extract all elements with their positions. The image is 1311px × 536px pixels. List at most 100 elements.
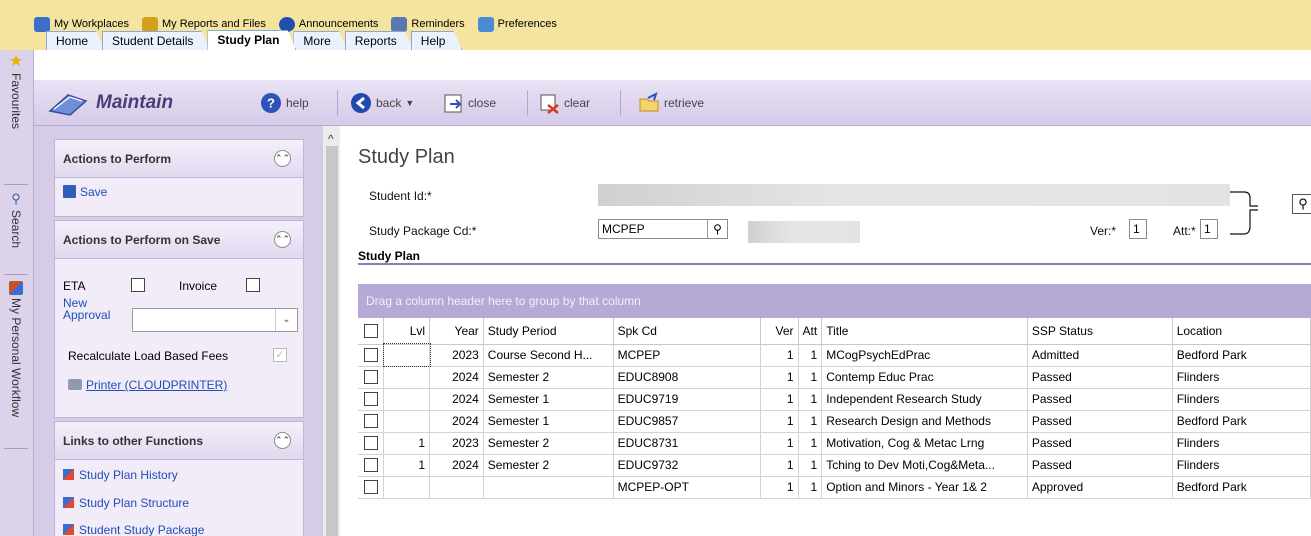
cell-title[interactable]: MCogPsychEdPrac — [821, 344, 1028, 367]
row-checkbox[interactable] — [363, 392, 378, 407]
row-select-cell[interactable] — [358, 476, 385, 499]
collapse-chevron-icon[interactable]: ⌃⌃ — [274, 432, 291, 449]
cell-ssp-status[interactable]: Passed — [1027, 432, 1173, 455]
tab-home[interactable]: Home — [46, 31, 105, 50]
cell-spk-cd[interactable]: EDUC9719 — [613, 388, 761, 411]
cell-title[interactable]: Option and Minors - Year 1& 2 — [821, 476, 1028, 499]
cell-year[interactable]: 2023 — [429, 344, 484, 367]
cell-spk-cd[interactable]: EDUC9857 — [613, 410, 761, 433]
cell-location[interactable]: Bedford Park — [1172, 476, 1311, 499]
cell-location[interactable]: Bedford Park — [1172, 410, 1311, 433]
cell-year[interactable]: 2024 — [429, 454, 484, 477]
table-row[interactable]: 1 2023 Semester 2 EDUC8731 1 1 Motivation, Cog… — [358, 432, 1311, 455]
close-button[interactable]: close — [442, 91, 496, 115]
cell-ssp-status[interactable]: Passed — [1027, 388, 1173, 411]
left-panel-scrollbar[interactable]: ^ — [322, 126, 340, 536]
cell-att[interactable]: 1 — [798, 454, 823, 477]
table-row[interactable]: 2024 Semester 1 EDUC9857 1 1 Research Design … — [358, 410, 1311, 433]
study-package-input[interactable]: MCPEP ⚲ — [598, 219, 728, 239]
column-header-att[interactable]: Att — [798, 318, 823, 345]
student-id-field[interactable] — [598, 184, 1230, 206]
cell-att[interactable]: 1 — [798, 366, 823, 389]
search-icon[interactable]: ⚲ — [707, 220, 727, 238]
new-approval-label[interactable]: New Approval — [63, 297, 123, 321]
collapse-chevron-icon[interactable]: ⌃⌃ — [274, 150, 291, 167]
cell-title[interactable]: Independent Research Study — [821, 388, 1028, 411]
column-header-ver[interactable]: Ver — [760, 318, 799, 345]
cell-att[interactable]: 1 — [798, 476, 823, 499]
cell-study-period[interactable]: Semester 1 — [483, 410, 614, 433]
cell-location[interactable]: Bedford Park — [1172, 344, 1311, 367]
table-row[interactable]: 1 2024 Semester 2 EDUC9732 1 1 Tching to Dev M… — [358, 454, 1311, 477]
save-link[interactable]: Save — [63, 185, 107, 199]
row-select-cell[interactable] — [358, 454, 385, 477]
cell-location[interactable]: Flinders — [1172, 366, 1311, 389]
tab-reports[interactable]: Reports — [345, 31, 414, 50]
table-row[interactable]: 2024 Semester 1 EDUC9719 1 1 Independent Rese… — [358, 388, 1311, 411]
cell-ssp-status[interactable]: Passed — [1027, 454, 1173, 477]
table-row[interactable]: 2023 Course Second H... MCPEP 1 1 MCogPsychEd… — [358, 343, 1311, 367]
search-icon[interactable]: ⚲ — [1292, 194, 1311, 214]
cell-study-period[interactable]: Course Second H... — [483, 344, 614, 367]
actions-section-header[interactable]: Actions to Perform ⌃⌃ — [55, 140, 303, 178]
cell-lvl[interactable] — [383, 388, 431, 411]
printer-link[interactable]: Printer (CLOUDPRINTER) — [68, 378, 227, 392]
cell-year[interactable]: 2023 — [429, 432, 484, 455]
row-select-cell[interactable] — [358, 388, 385, 411]
cell-lvl[interactable]: 1 — [383, 454, 431, 477]
cell-lvl[interactable] — [382, 343, 431, 367]
cell-study-period[interactable]: Semester 2 — [483, 366, 614, 389]
cell-lvl[interactable] — [383, 476, 431, 499]
retrieve-button[interactable]: retrieve — [638, 91, 704, 115]
cell-title[interactable]: Tching to Dev Moti,Cog&Meta... — [821, 454, 1028, 477]
cell-ssp-status[interactable]: Admitted — [1027, 344, 1173, 367]
preferences-button[interactable]: Preferences — [477, 16, 557, 32]
cell-att[interactable]: 1 — [798, 410, 823, 433]
column-header-ssp-status[interactable]: SSP Status — [1027, 318, 1173, 345]
links-section-header[interactable]: Links to other Functions ⌃⌃ — [55, 422, 303, 460]
cell-title[interactable]: Contemp Educ Prac — [821, 366, 1028, 389]
row-select-cell[interactable] — [358, 344, 385, 367]
link-study-plan-structure[interactable]: Study Plan Structure — [63, 496, 189, 510]
row-checkbox[interactable] — [363, 370, 378, 385]
cell-ssp-status[interactable]: Approved — [1027, 476, 1173, 499]
row-checkbox[interactable] — [363, 480, 378, 495]
cell-title[interactable]: Motivation, Cog & Metac Lrng — [821, 432, 1028, 455]
cell-ver[interactable]: 1 — [760, 344, 799, 367]
search-tab[interactable]: ⚲ Search — [2, 191, 30, 248]
link-student-study-package[interactable]: Student Study Package — [63, 523, 204, 536]
cell-att[interactable]: 1 — [798, 388, 823, 411]
cell-att[interactable]: 1 — [798, 432, 823, 455]
cell-ver[interactable]: 1 — [760, 432, 799, 455]
column-header-spk-cd[interactable]: Spk Cd — [613, 318, 761, 345]
cell-lvl[interactable] — [383, 366, 431, 389]
column-header-title[interactable]: Title — [821, 318, 1028, 345]
cell-title[interactable]: Research Design and Methods — [821, 410, 1028, 433]
ver-input[interactable]: 1 — [1129, 219, 1147, 239]
cell-spk-cd[interactable]: EDUC9732 — [613, 454, 761, 477]
table-row[interactable]: MCPEP-OPT 1 1 Option and Minors - Year 1& 2… — [358, 476, 1311, 499]
cell-location[interactable]: Flinders — [1172, 432, 1311, 455]
cell-year[interactable]: 2024 — [429, 388, 484, 411]
cell-spk-cd[interactable]: EDUC8731 — [613, 432, 761, 455]
cell-ssp-status[interactable]: Passed — [1027, 410, 1173, 433]
att-input[interactable]: 1 — [1200, 219, 1218, 239]
help-button[interactable]: ? help — [260, 91, 309, 115]
cell-spk-cd[interactable]: MCPEP-OPT — [613, 476, 761, 499]
recalc-fees-checkbox[interactable]: ✓ — [273, 348, 287, 362]
column-header-study-period[interactable]: Study Period — [483, 318, 614, 345]
cell-ver[interactable]: 1 — [760, 454, 799, 477]
row-checkbox[interactable] — [363, 436, 378, 451]
tab-student-details[interactable]: Student Details — [102, 31, 210, 50]
row-select-cell[interactable] — [358, 432, 385, 455]
column-header-location[interactable]: Location — [1172, 318, 1311, 345]
tab-more[interactable]: More — [293, 31, 347, 50]
cell-spk-cd[interactable]: EDUC8908 — [613, 366, 761, 389]
link-study-plan-history[interactable]: Study Plan History — [63, 468, 178, 482]
cell-ver[interactable]: 1 — [760, 410, 799, 433]
collapse-chevron-icon[interactable]: ⌃⌃ — [274, 231, 291, 248]
cell-spk-cd[interactable]: MCPEP — [613, 344, 761, 367]
new-approval-select[interactable]: ⌄ — [132, 308, 298, 332]
row-checkbox[interactable] — [363, 414, 378, 429]
cell-lvl[interactable]: 1 — [383, 432, 431, 455]
